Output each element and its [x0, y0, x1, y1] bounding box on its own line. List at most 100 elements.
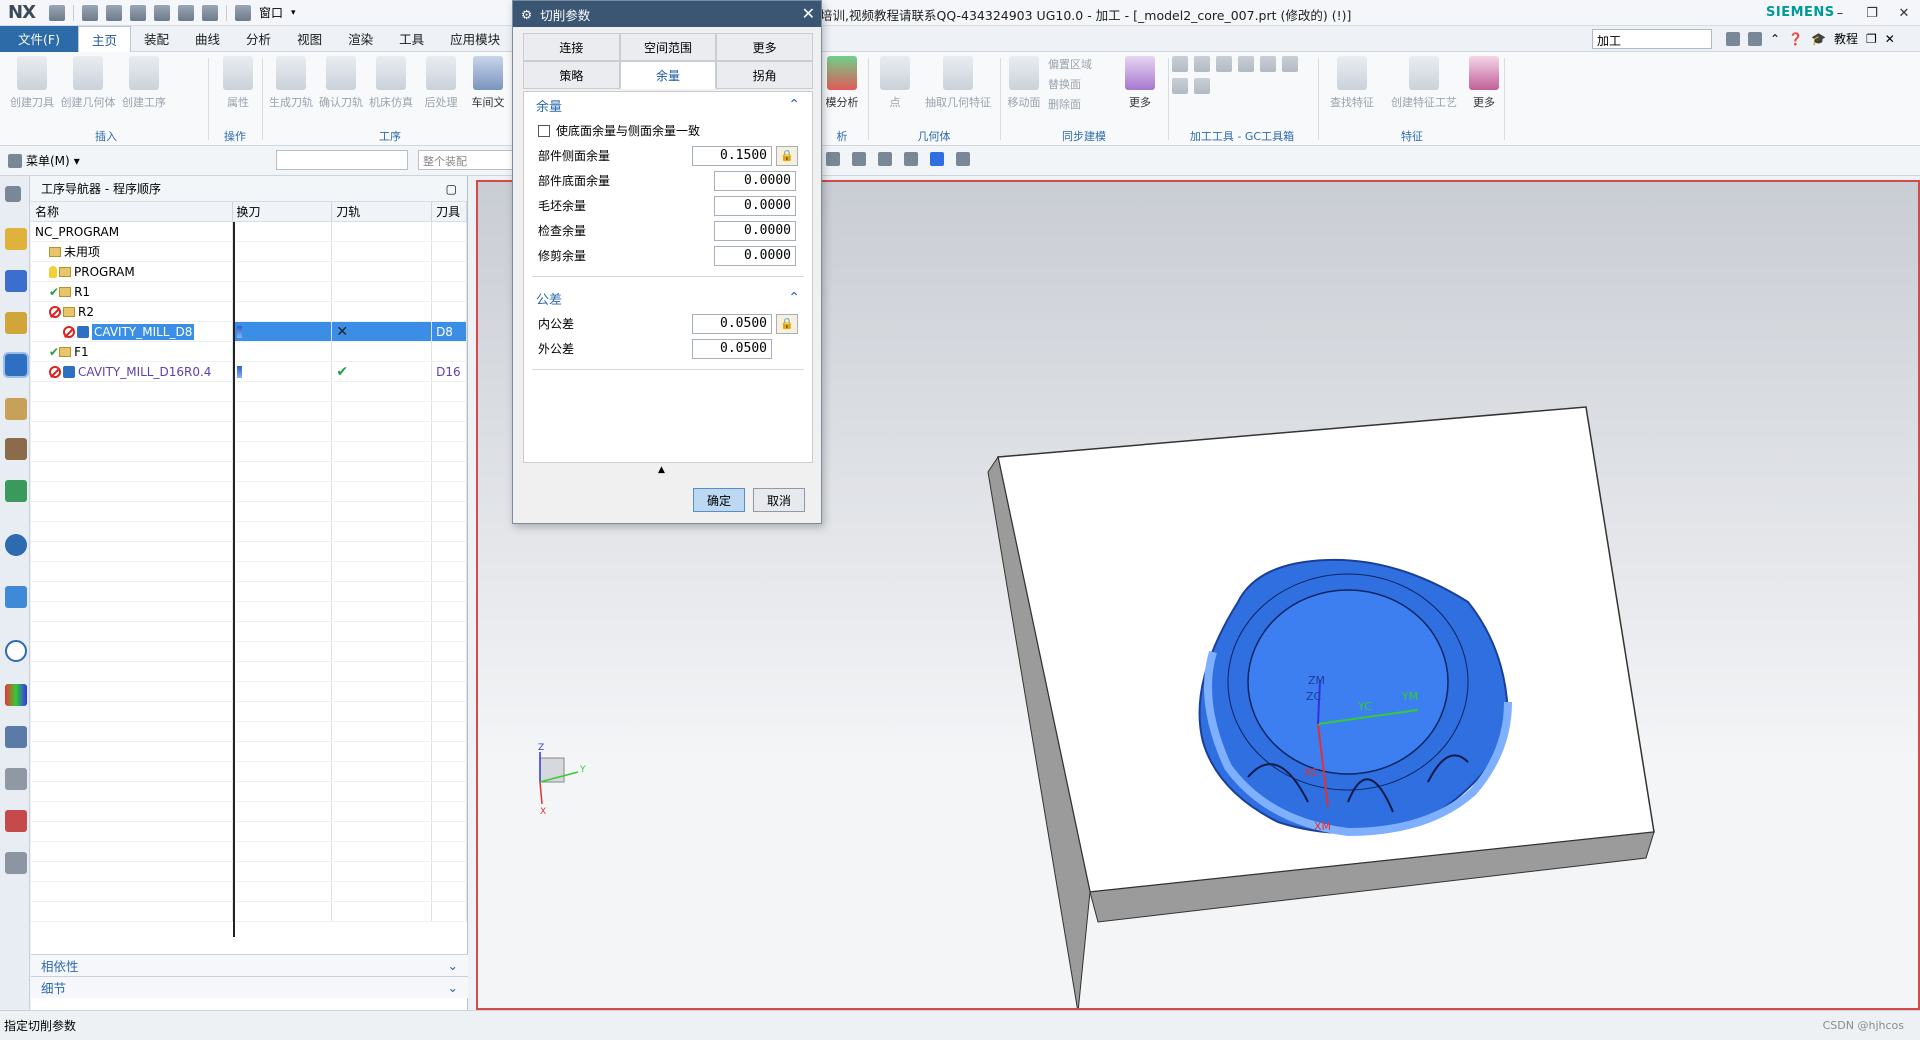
tab-containment[interactable]: 空间范围: [619, 33, 717, 61]
tab-corners[interactable]: 拐角: [716, 61, 814, 89]
save-icon[interactable]: [48, 4, 65, 21]
maximize-icon[interactable]: ▢: [446, 182, 457, 196]
collapse-icon[interactable]: ▲: [658, 465, 665, 475]
tab-stock[interactable]: 余量: [619, 61, 717, 89]
window-icon[interactable]: [234, 4, 251, 21]
details-panel[interactable]: 细节 ⌄: [31, 976, 468, 998]
gc-tool-icon[interactable]: [1216, 56, 1232, 72]
sync-more-button[interactable]: 更多: [1122, 56, 1158, 112]
machine-simulation-button[interactable]: 机床仿真: [368, 56, 414, 110]
create-geometry-button[interactable]: 创建几何体: [61, 56, 116, 110]
repeat-command-icon[interactable]: [177, 4, 194, 21]
tab-more[interactable]: 更多: [716, 33, 814, 61]
lock-icon[interactable]: 🔒: [776, 145, 798, 166]
gc-tool-icon[interactable]: [1238, 56, 1254, 72]
filter-icon[interactable]: [956, 152, 970, 166]
table-row[interactable]: CAVITY_MILL_D16R0.4 ✔ D16: [31, 362, 467, 382]
table-row[interactable]: R2: [31, 302, 467, 322]
table-row[interactable]: NC_PROGRAM: [31, 222, 467, 242]
chevron-down-icon[interactable]: ▾: [291, 8, 296, 18]
tab-tools[interactable]: 工具: [386, 26, 437, 52]
tutorial-link[interactable]: 教程: [1834, 30, 1858, 47]
col-tool[interactable]: 刀具: [432, 202, 467, 221]
gc-tool-icon[interactable]: [1172, 78, 1188, 94]
tab-view[interactable]: 视图: [284, 26, 335, 52]
dependencies-panel[interactable]: 相依性 ⌄: [31, 954, 468, 976]
table-row[interactable]: CAVITY_MILL_D8 ✕ D8: [31, 322, 467, 342]
tolerance-section-header[interactable]: 公差 ⌃: [524, 285, 812, 311]
tab-home[interactable]: 主页: [78, 25, 132, 53]
machine-tool-navigator-icon[interactable]: [5, 228, 27, 250]
tab-strategy[interactable]: 策略: [523, 61, 620, 89]
gc-tool-icon[interactable]: [1194, 78, 1210, 94]
cut-icon[interactable]: [105, 4, 122, 21]
offset-region-button[interactable]: 偏置区域: [1048, 56, 1118, 72]
floor-same-as-side-checkbox[interactable]: [538, 124, 550, 137]
tab-analysis[interactable]: 分析: [233, 26, 284, 52]
lock-icon[interactable]: 🔒: [776, 313, 798, 334]
restore-button[interactable]: ❐: [1856, 0, 1888, 26]
minimize-button[interactable]: –: [1824, 0, 1856, 26]
floor-same-as-side-option[interactable]: 使底面余量与侧面余量一致: [524, 118, 812, 143]
roles-icon[interactable]: [5, 726, 27, 748]
part-floor-stock-input[interactable]: 0.0000: [714, 170, 796, 191]
layout-icon[interactable]: [878, 152, 892, 166]
program-order-icon[interactable]: [5, 270, 27, 292]
col-tool-change[interactable]: 换刀: [233, 202, 333, 221]
part-side-stock-input[interactable]: 0.1500: [692, 145, 772, 166]
create-feature-process-button[interactable]: 创建特征工艺: [1386, 56, 1462, 110]
tab-render[interactable]: 渲染: [335, 26, 386, 52]
undo-icon[interactable]: [81, 4, 98, 21]
gc-tool-icon[interactable]: [1282, 56, 1298, 72]
command-search-input[interactable]: 加工: [1592, 29, 1712, 49]
table-row[interactable]: ✔ F1: [31, 342, 467, 362]
tab-assembly[interactable]: 装配: [131, 26, 182, 52]
process-studio-icon[interactable]: [5, 768, 27, 790]
find-feature-button[interactable]: 查找特征: [1322, 56, 1382, 110]
settings-icon[interactable]: [5, 186, 21, 202]
operation-group-label[interactable]: 工序: [268, 128, 512, 144]
tab-curve[interactable]: 曲线: [182, 26, 233, 52]
tab-connections[interactable]: 连接: [523, 33, 620, 61]
window-menu[interactable]: 窗口: [259, 4, 283, 21]
outtol-input[interactable]: 0.0500: [692, 338, 772, 359]
check-stock-input[interactable]: 0.0000: [714, 220, 796, 241]
extract-geometry-button[interactable]: 抽取几何特征: [922, 56, 994, 110]
history-icon[interactable]: [5, 480, 27, 502]
geometry-view-icon[interactable]: [5, 312, 27, 334]
properties-button[interactable]: 属性: [212, 56, 264, 110]
main-menu-button[interactable]: 菜单(M) ▾: [0, 152, 88, 169]
paste-icon[interactable]: [153, 4, 170, 21]
table-row[interactable]: PROGRAM: [31, 262, 467, 282]
gc-tool-icon[interactable]: [1172, 56, 1188, 72]
verify-toolpath-button[interactable]: 确认刀轨: [318, 56, 364, 110]
orient-view-icon[interactable]: [904, 152, 918, 166]
view-icon[interactable]: [826, 152, 840, 166]
restore-doc-icon[interactable]: ❐: [1866, 32, 1877, 46]
feature-more-button[interactable]: 更多: [1466, 56, 1502, 110]
render-style-icon[interactable]: [930, 152, 944, 166]
shop-doc-button[interactable]: 车间文: [468, 56, 508, 110]
web-browser-icon[interactable]: [5, 586, 27, 608]
document-icon[interactable]: [5, 852, 27, 874]
refresh-icon[interactable]: [852, 152, 866, 166]
tab-applications[interactable]: 应用模块: [437, 26, 513, 52]
palette-icon[interactable]: [5, 684, 27, 706]
col-toolpath[interactable]: 刀轨: [332, 202, 433, 221]
intol-input[interactable]: 0.0500: [692, 313, 772, 334]
stock-section-header[interactable]: 余量 ⌃: [524, 92, 812, 118]
feature-group-label[interactable]: 特征: [1322, 128, 1502, 144]
file-menu[interactable]: 文件(F): [0, 25, 78, 52]
col-name[interactable]: 名称: [31, 202, 233, 221]
create-tool-button[interactable]: 创建刀具: [6, 56, 58, 110]
operations-group-label[interactable]: 操作: [212, 128, 258, 144]
move-face-button[interactable]: 移动面: [1004, 56, 1044, 112]
generate-toolpath-button[interactable]: 生成刀轨: [268, 56, 314, 110]
reuse-library-icon[interactable]: [5, 398, 27, 420]
close-icon[interactable]: ✕: [802, 4, 815, 23]
create-operation-button[interactable]: 创建工序: [118, 56, 170, 110]
ok-button[interactable]: 确定: [693, 488, 745, 512]
help-icon[interactable]: ❓: [1788, 32, 1803, 46]
trim-stock-input[interactable]: 0.0000: [714, 245, 796, 266]
search-icon[interactable]: [1726, 31, 1740, 46]
